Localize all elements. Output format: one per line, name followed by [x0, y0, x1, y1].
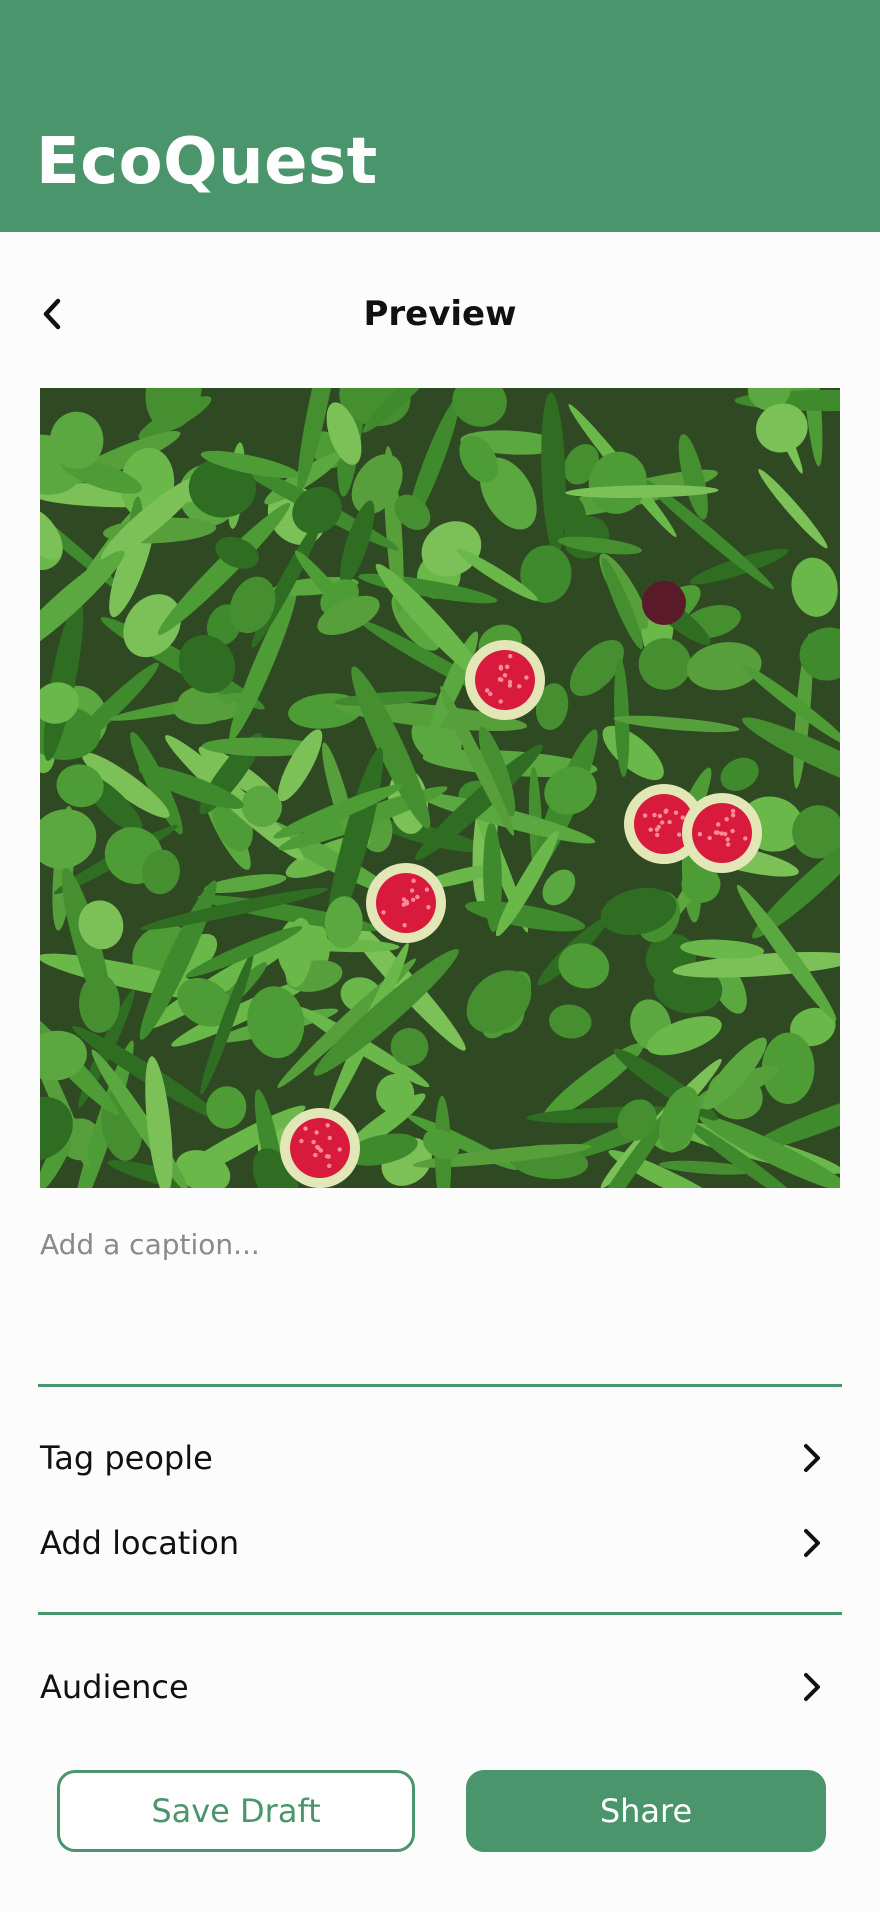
berry-seed: [680, 815, 685, 820]
berry-seed: [743, 836, 748, 841]
berry-seed: [667, 819, 672, 825]
tag-people-label: Tag people: [40, 1439, 213, 1477]
berry-seed: [508, 654, 513, 659]
share-button[interactable]: Share: [466, 1770, 826, 1852]
berry-seed: [730, 813, 736, 818]
berry-seed: [663, 809, 668, 814]
tag-people-row[interactable]: Tag people: [40, 1426, 840, 1490]
berry-seed: [299, 1138, 304, 1144]
audience-row[interactable]: Audience: [40, 1655, 840, 1719]
app-header: EcoQuest: [0, 0, 880, 232]
divider: [38, 1384, 842, 1387]
berry-seed: [716, 822, 721, 827]
chevron-right-icon: [794, 1440, 830, 1476]
berry-seed: [677, 832, 682, 837]
divider: [38, 1612, 842, 1615]
berry-seed: [652, 812, 657, 818]
berry-seed: [401, 902, 406, 907]
chevron-left-icon: [43, 298, 61, 330]
berry-seed: [401, 897, 407, 902]
berry-seed: [505, 664, 510, 669]
berry-seed: [424, 887, 430, 892]
berry-seed: [337, 1147, 342, 1152]
berry-seed: [485, 688, 490, 693]
berry-seed: [324, 1154, 330, 1159]
caption-input[interactable]: [40, 1225, 840, 1345]
berry-seed: [707, 835, 712, 841]
berry-seed: [657, 813, 663, 819]
berry-seed: [524, 675, 529, 680]
back-button[interactable]: [28, 290, 76, 338]
page-title: Preview: [363, 294, 517, 334]
audience-label: Audience: [40, 1668, 189, 1706]
berry-seed: [502, 673, 508, 678]
berry-seed: [381, 910, 386, 915]
chevron-right-icon: [794, 1525, 830, 1561]
berry-seed: [314, 1130, 319, 1135]
berry-seed: [648, 827, 653, 832]
berry-seed: [498, 664, 503, 670]
chevron-right-icon: [794, 1669, 830, 1705]
berry-seed: [673, 810, 679, 815]
berry-seed: [697, 832, 703, 837]
berry-seed: [402, 923, 407, 928]
berry-seed: [730, 808, 736, 814]
post-photo: [40, 388, 840, 1188]
berry-seed: [311, 1139, 316, 1145]
berry-seed: [409, 888, 415, 893]
berry-seed: [316, 1145, 321, 1151]
berry-seed: [507, 683, 513, 688]
berry: [475, 650, 535, 710]
berry-seed: [655, 832, 660, 838]
berry-seed: [642, 813, 648, 818]
berry-seed: [725, 837, 730, 842]
app-title: EcoQuest: [36, 125, 378, 199]
berry-seed: [327, 1163, 332, 1168]
berry-seed: [426, 905, 431, 910]
berry-seed: [411, 878, 416, 883]
berry: [652, 591, 676, 615]
berry-seed: [730, 828, 735, 834]
photo-image: [40, 388, 840, 1188]
berry-seed: [498, 699, 503, 704]
berry-seed: [723, 831, 728, 837]
add-location-label: Add location: [40, 1524, 240, 1562]
berry-seed: [488, 691, 493, 697]
berry-seed: [517, 684, 522, 689]
berry-seed: [724, 817, 729, 822]
berry-seed: [654, 827, 660, 832]
berry-seed: [497, 677, 503, 682]
berry-seed: [725, 842, 731, 847]
berry-seed: [411, 897, 416, 902]
save-draft-button[interactable]: Save Draft: [57, 1770, 415, 1852]
berry-seed: [313, 1152, 318, 1158]
berry-seed: [325, 1123, 330, 1128]
berry-seed: [327, 1135, 332, 1141]
berry-seed: [303, 1126, 308, 1131]
berry-seed: [660, 820, 665, 825]
add-location-row[interactable]: Add location: [40, 1511, 840, 1575]
berry-seed: [713, 830, 719, 835]
berry-seed: [415, 894, 420, 900]
